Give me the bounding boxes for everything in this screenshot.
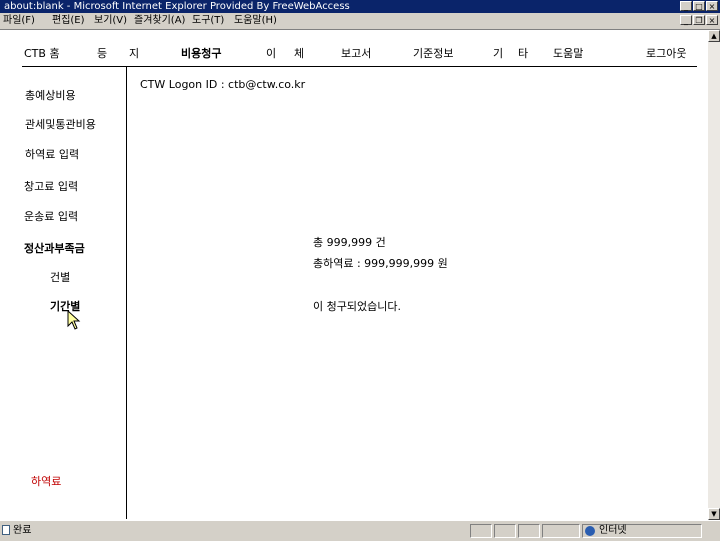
sidebar-item-settlement[interactable]: 정산과부족금 <box>24 240 85 256</box>
total-amount-text: 총하역료 : 999,999,999 원 <box>313 257 448 270</box>
nav-reports[interactable]: 보고서 <box>341 45 371 61</box>
nav-help[interactable]: 도움말 <box>553 45 583 61</box>
sidebar-item-storage-input[interactable]: 창고료 입력 <box>24 178 78 194</box>
window-title: about:blank - Microsoft Internet Explore… <box>4 1 350 12</box>
scroll-down-icon[interactable]: ▼ <box>708 508 720 520</box>
nav-divider <box>22 66 697 67</box>
minimize-button[interactable]: _ <box>680 1 692 11</box>
menu-help[interactable]: 도움말(H) <box>234 13 277 29</box>
window-titlebar[interactable]: about:blank - Microsoft Internet Explore… <box>0 0 720 13</box>
sidebar-item-per-case[interactable]: 건별 <box>50 269 70 285</box>
menu-bar: 파일(F) 편집(E) 보기(V) 즐겨찾기(A) 도구(T) 도움말(H) _… <box>0 13 720 30</box>
sidebar-footer-handling[interactable]: 하역료 <box>31 473 61 489</box>
zone-label: 인터넷 <box>599 525 627 536</box>
nav-register-2[interactable]: 지 <box>129 45 139 61</box>
window-controls: _ □ × <box>680 1 718 11</box>
nav-master-data[interactable]: 기준정보 <box>413 45 453 61</box>
menu-view[interactable]: 보기(V) <box>94 13 127 29</box>
nav-etc-2[interactable]: 타 <box>518 45 528 61</box>
status-panel <box>494 524 516 538</box>
scroll-up-icon[interactable]: ▲ <box>708 30 720 42</box>
menu-file[interactable]: 파일(F) <box>3 13 35 29</box>
sidebar-item-estimated-cost[interactable]: 총예상비용 <box>25 87 76 103</box>
status-panel <box>518 524 540 538</box>
document-controls: _ ❐ × <box>680 15 718 25</box>
status-panel <box>470 524 492 538</box>
security-zone: 인터넷 <box>582 524 702 538</box>
sidebar-divider <box>126 67 127 519</box>
menu-tools[interactable]: 도구(T) <box>192 13 224 29</box>
doc-minimize-button[interactable]: _ <box>680 15 692 25</box>
doc-close-button[interactable]: × <box>706 15 718 25</box>
logon-id-text: CTW Logon ID : ctb@ctw.co.kr <box>140 78 306 91</box>
mouse-cursor-icon <box>67 310 81 330</box>
nav-billing[interactable]: 비용청구 <box>181 45 221 61</box>
page-icon <box>2 525 10 535</box>
vertical-scrollbar[interactable]: ▲ ▼ <box>708 30 720 520</box>
status-label: 완료 <box>13 525 32 536</box>
sidebar-item-handling-input[interactable]: 하역료 입력 <box>25 146 79 162</box>
nav-transfer-1[interactable]: 이 <box>266 45 276 61</box>
nav-logout[interactable]: 로그아웃 <box>646 45 686 61</box>
sidebar-item-transport-input[interactable]: 운송료 입력 <box>24 208 78 224</box>
nav-register-1[interactable]: 등 <box>97 45 107 61</box>
nav-etc-1[interactable]: 기 <box>493 45 503 61</box>
doc-restore-button[interactable]: ❐ <box>693 15 705 25</box>
status-text: 완료 <box>2 524 31 538</box>
billing-message: 이 청구되었습니다. <box>313 300 401 313</box>
status-bar: 완료 인터넷 <box>0 520 720 541</box>
top-navigation: CTB 홈 등 지 비용청구 이 체 보고서 기준정보 기 타 도움말 로그아웃 <box>0 30 708 66</box>
globe-icon <box>585 526 595 536</box>
nav-transfer-2[interactable]: 체 <box>294 45 304 61</box>
close-button[interactable]: × <box>706 1 718 11</box>
menu-favorites[interactable]: 즐겨찾기(A) <box>134 13 185 29</box>
page-content: CTB 홈 등 지 비용청구 이 체 보고서 기준정보 기 타 도움말 로그아웃… <box>0 30 708 520</box>
maximize-button[interactable]: □ <box>693 1 705 11</box>
status-panel <box>542 524 580 538</box>
nav-ctb-home[interactable]: CTB 홈 <box>24 45 60 61</box>
sidebar-item-customs-cost[interactable]: 관세및통관비용 <box>25 116 96 132</box>
total-count-text: 총 999,999 건 <box>313 236 386 249</box>
menu-edit[interactable]: 편집(E) <box>52 13 85 29</box>
